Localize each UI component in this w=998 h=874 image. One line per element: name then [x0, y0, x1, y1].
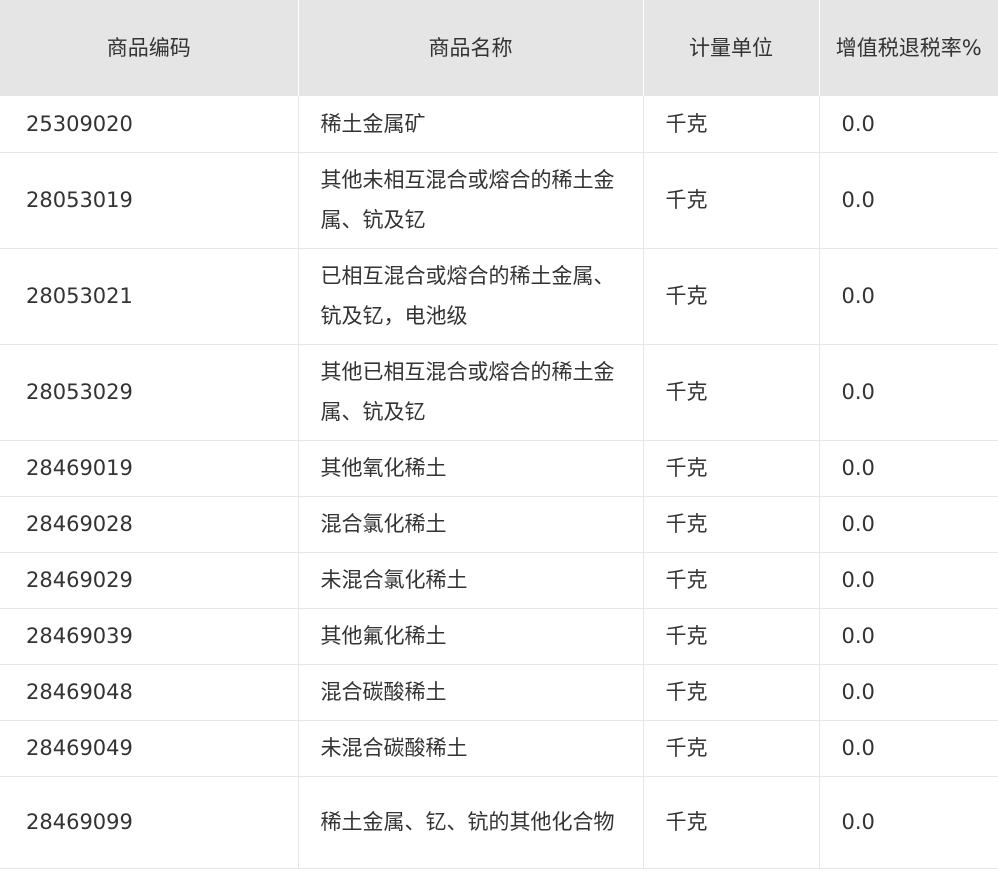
cell-rebate-rate: 0.0 — [819, 720, 998, 777]
cell-unit: 千克 — [643, 720, 820, 777]
cell-product-code: 28469039 — [0, 608, 299, 665]
cell-unit: 千克 — [643, 776, 820, 869]
cell-product-name: 稀土金属、钇、钪的其他化合物 — [298, 776, 644, 869]
cell-product-name: 稀土金属矿 — [298, 96, 644, 153]
table-row: 28053019 其他未相互混合或熔合的稀土金属、钪及钇 千克 0.0 — [0, 152, 998, 249]
cell-rebate-rate: 0.0 — [819, 152, 998, 249]
table-row: 28469039 其他氟化稀土 千克 0.0 — [0, 608, 998, 665]
cell-product-code: 28053019 — [0, 152, 299, 249]
product-name-text: 稀土金属矿 — [320, 111, 426, 136]
table-body: 25309020 稀土金属矿 千克 0.0 28053019 其他未相互混合或熔… — [0, 96, 998, 869]
product-name-text: 其他氧化稀土 — [320, 456, 447, 480]
table-row: 28469019 其他氧化稀土 千克 0.0 — [0, 440, 998, 497]
table-row: 28469099 稀土金属、钇、钪的其他化合物 千克 0.0 — [0, 776, 998, 869]
cell-product-name: 其他氟化稀土 — [298, 608, 644, 665]
cell-product-code: 28469049 — [0, 720, 299, 777]
header-product-name: 商品名称 — [298, 0, 644, 96]
cell-product-name: 混合碳酸稀土 — [298, 664, 644, 721]
cell-product-code: 25309020 — [0, 96, 299, 153]
cell-product-name: 未混合碳酸稀土 — [298, 720, 644, 777]
product-name-text: 其他未相互混合或熔合的稀土金属、钪及钇 — [320, 168, 615, 232]
product-name-text: 其他已相互混合或熔合的稀土金属、钪及钇 — [320, 360, 615, 424]
cell-product-name: 其他已相互混合或熔合的稀土金属、钪及钇 — [298, 344, 644, 441]
cell-product-name: 已相互混合或熔合的稀土金属、钪及钇，电池级 — [298, 248, 644, 345]
cell-unit: 千克 — [643, 96, 820, 153]
table-row: 28469048 混合碳酸稀土 千克 0.0 — [0, 664, 998, 721]
product-name-text: 其他氟化稀土 — [320, 624, 447, 648]
product-name-text: 混合氯化稀土 — [320, 512, 447, 536]
product-name-text: 稀土金属、钇、钪的其他化合物 — [320, 810, 615, 834]
cell-product-name: 其他氧化稀土 — [298, 440, 644, 497]
cell-product-code: 28469048 — [0, 664, 299, 721]
table-row: 28469029 未混合氯化稀土 千克 0.0 — [0, 552, 998, 609]
cell-product-code: 28469029 — [0, 552, 299, 609]
cell-unit: 千克 — [643, 664, 820, 721]
cell-product-name: 其他未相互混合或熔合的稀土金属、钪及钇 — [298, 152, 644, 249]
cell-rebate-rate: 0.0 — [819, 496, 998, 553]
product-name-text: 未混合碳酸稀土 — [320, 736, 468, 760]
cell-product-code: 28469028 — [0, 496, 299, 553]
cell-product-code: 28053021 — [0, 248, 299, 345]
cell-product-code: 28469019 — [0, 440, 299, 497]
header-rebate-rate: 增值税退税率% — [819, 0, 998, 96]
table-header: 商品编码 商品名称 计量单位 增值税退税率% — [0, 0, 998, 96]
header-unit: 计量单位 — [643, 0, 820, 96]
cell-unit: 千克 — [643, 552, 820, 609]
table-row: 28469028 混合氯化稀土 千克 0.0 — [0, 496, 998, 553]
table-row: 25309020 稀土金属矿 千克 0.0 — [0, 96, 998, 153]
cell-rebate-rate: 0.0 — [819, 776, 998, 869]
cell-product-code: 28053029 — [0, 344, 299, 441]
header-row: 商品编码 商品名称 计量单位 增值税退税率% — [0, 0, 998, 96]
cell-rebate-rate: 0.0 — [819, 664, 998, 721]
cell-rebate-rate: 0.0 — [819, 440, 998, 497]
cell-product-name: 混合氯化稀土 — [298, 496, 644, 553]
cell-unit: 千克 — [643, 152, 820, 249]
table-row: 28053021 已相互混合或熔合的稀土金属、钪及钇，电池级 千克 0.0 — [0, 248, 998, 345]
cell-unit: 千克 — [643, 248, 820, 345]
cell-rebate-rate: 0.0 — [819, 344, 998, 441]
product-name-text: 已相互混合或熔合的稀土金属、钪及钇，电池级 — [320, 264, 615, 328]
product-name-text: 未混合氯化稀土 — [320, 568, 468, 592]
cell-rebate-rate: 0.0 — [819, 96, 998, 153]
cell-rebate-rate: 0.0 — [819, 552, 998, 609]
cell-unit: 千克 — [643, 496, 820, 553]
cell-unit: 千克 — [643, 608, 820, 665]
table-row: 28053029 其他已相互混合或熔合的稀土金属、钪及钇 千克 0.0 — [0, 344, 998, 441]
cell-rebate-rate: 0.0 — [819, 608, 998, 665]
table-row: 28469049 未混合碳酸稀土 千克 0.0 — [0, 720, 998, 777]
cell-unit: 千克 — [643, 344, 820, 441]
cell-product-code: 28469099 — [0, 776, 299, 869]
cell-rebate-rate: 0.0 — [819, 248, 998, 345]
tax-rebate-table: 商品编码 商品名称 计量单位 增值税退税率% 25309020 稀土金属矿 千克… — [0, 0, 998, 869]
cell-product-name: 未混合氯化稀土 — [298, 552, 644, 609]
cell-unit: 千克 — [643, 440, 820, 497]
header-product-code: 商品编码 — [0, 0, 299, 96]
product-name-text: 混合碳酸稀土 — [320, 680, 447, 704]
